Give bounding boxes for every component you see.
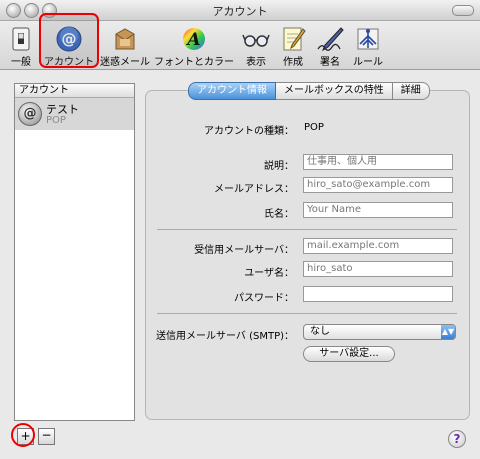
rules-icon (357, 28, 379, 50)
account-type: POP (46, 115, 66, 126)
email-label: メールアドレス： (214, 184, 294, 195)
account-type-label: アカウントの種類： (204, 126, 294, 137)
account-at-icon: @ (18, 102, 42, 126)
help-button[interactable]: ? (448, 430, 466, 448)
toolbar-fonts-colors-button[interactable]: A フォントとカラー (152, 21, 236, 69)
tab-advanced[interactable]: 詳細 (392, 82, 430, 100)
glasses-icon (242, 34, 270, 47)
toolbar-composing-label: 作成 (283, 57, 303, 68)
toolbar-general-label: 一般 (11, 57, 31, 68)
toolbar-toggle-button[interactable] (452, 5, 474, 16)
form-divider (157, 313, 457, 314)
email-field[interactable]: hiro_sato@example.com (303, 177, 453, 193)
toolbar-rules-label: ルール (353, 57, 383, 68)
server-settings-button[interactable]: サーバ設定... (303, 346, 395, 362)
preferences-window: アカウント 一般 @ アカウント 迷惑メール A フォントとカラー 表示 作成 … (0, 0, 480, 459)
remove-account-button[interactable]: − (38, 428, 55, 445)
incoming-server-field[interactable]: mail.example.com (303, 238, 453, 254)
font-color-icon: A (183, 28, 205, 50)
smtp-server-value: なし (310, 326, 330, 337)
description-label: 説明： (264, 161, 294, 172)
light-switch-icon (12, 27, 30, 51)
password-label: パスワード： (234, 293, 294, 304)
toolbar-composing-button[interactable]: 作成 (276, 21, 310, 69)
signature-pen-icon (317, 27, 344, 52)
toolbar-rules-button[interactable]: ルール (348, 21, 388, 69)
description-field[interactable]: 仕事用、個人用 (303, 154, 453, 170)
toolbar-fonts-colors-label: フォントとカラー (154, 57, 234, 68)
form-divider (157, 229, 457, 230)
toolbar-viewing-label: 表示 (246, 57, 266, 68)
fullname-label: 氏名： (264, 209, 294, 220)
accounts-list: アカウント @ テスト POP (14, 83, 135, 421)
toolbar-junk-mail-label: 迷惑メール (100, 57, 150, 68)
account-tabs: アカウント情報 メールボックスの特性 詳細 (188, 82, 430, 100)
fullname-field[interactable]: Your Name (303, 202, 453, 218)
accounts-highlight-box (39, 13, 99, 68)
junk-mail-icon (115, 28, 135, 50)
svg-text:A: A (185, 30, 200, 50)
smtp-server-label: 送信用メールサーバ (SMTP)： (156, 331, 294, 342)
account-list-item[interactable]: @ テスト POP (15, 98, 134, 130)
incoming-server-label: 受信用メールサーバ： (194, 245, 294, 256)
password-field[interactable] (303, 286, 453, 302)
toolbar-general-button[interactable]: 一般 (4, 21, 38, 69)
compose-icon (283, 27, 306, 51)
accounts-list-header: アカウント (15, 84, 134, 98)
toolbar-signatures-button[interactable]: 署名 (313, 21, 347, 69)
toolbar-signatures-label: 署名 (320, 57, 340, 68)
popup-arrows-icon: ▲▼ (441, 325, 455, 339)
smtp-server-popup[interactable]: なし ▲▼ (303, 324, 456, 340)
toolbar-viewing-button[interactable]: 表示 (239, 21, 273, 69)
toolbar-junk-mail-button[interactable]: 迷惑メール (100, 21, 150, 69)
account-type-value: POP (304, 122, 324, 133)
tab-mailbox-behaviors[interactable]: メールボックスの特性 (276, 82, 393, 100)
username-label: ユーザ名： (244, 268, 294, 279)
username-field[interactable]: hiro_sato (303, 261, 453, 277)
add-account-highlight (11, 423, 35, 447)
tab-account-information[interactable]: アカウント情報 (188, 82, 276, 100)
